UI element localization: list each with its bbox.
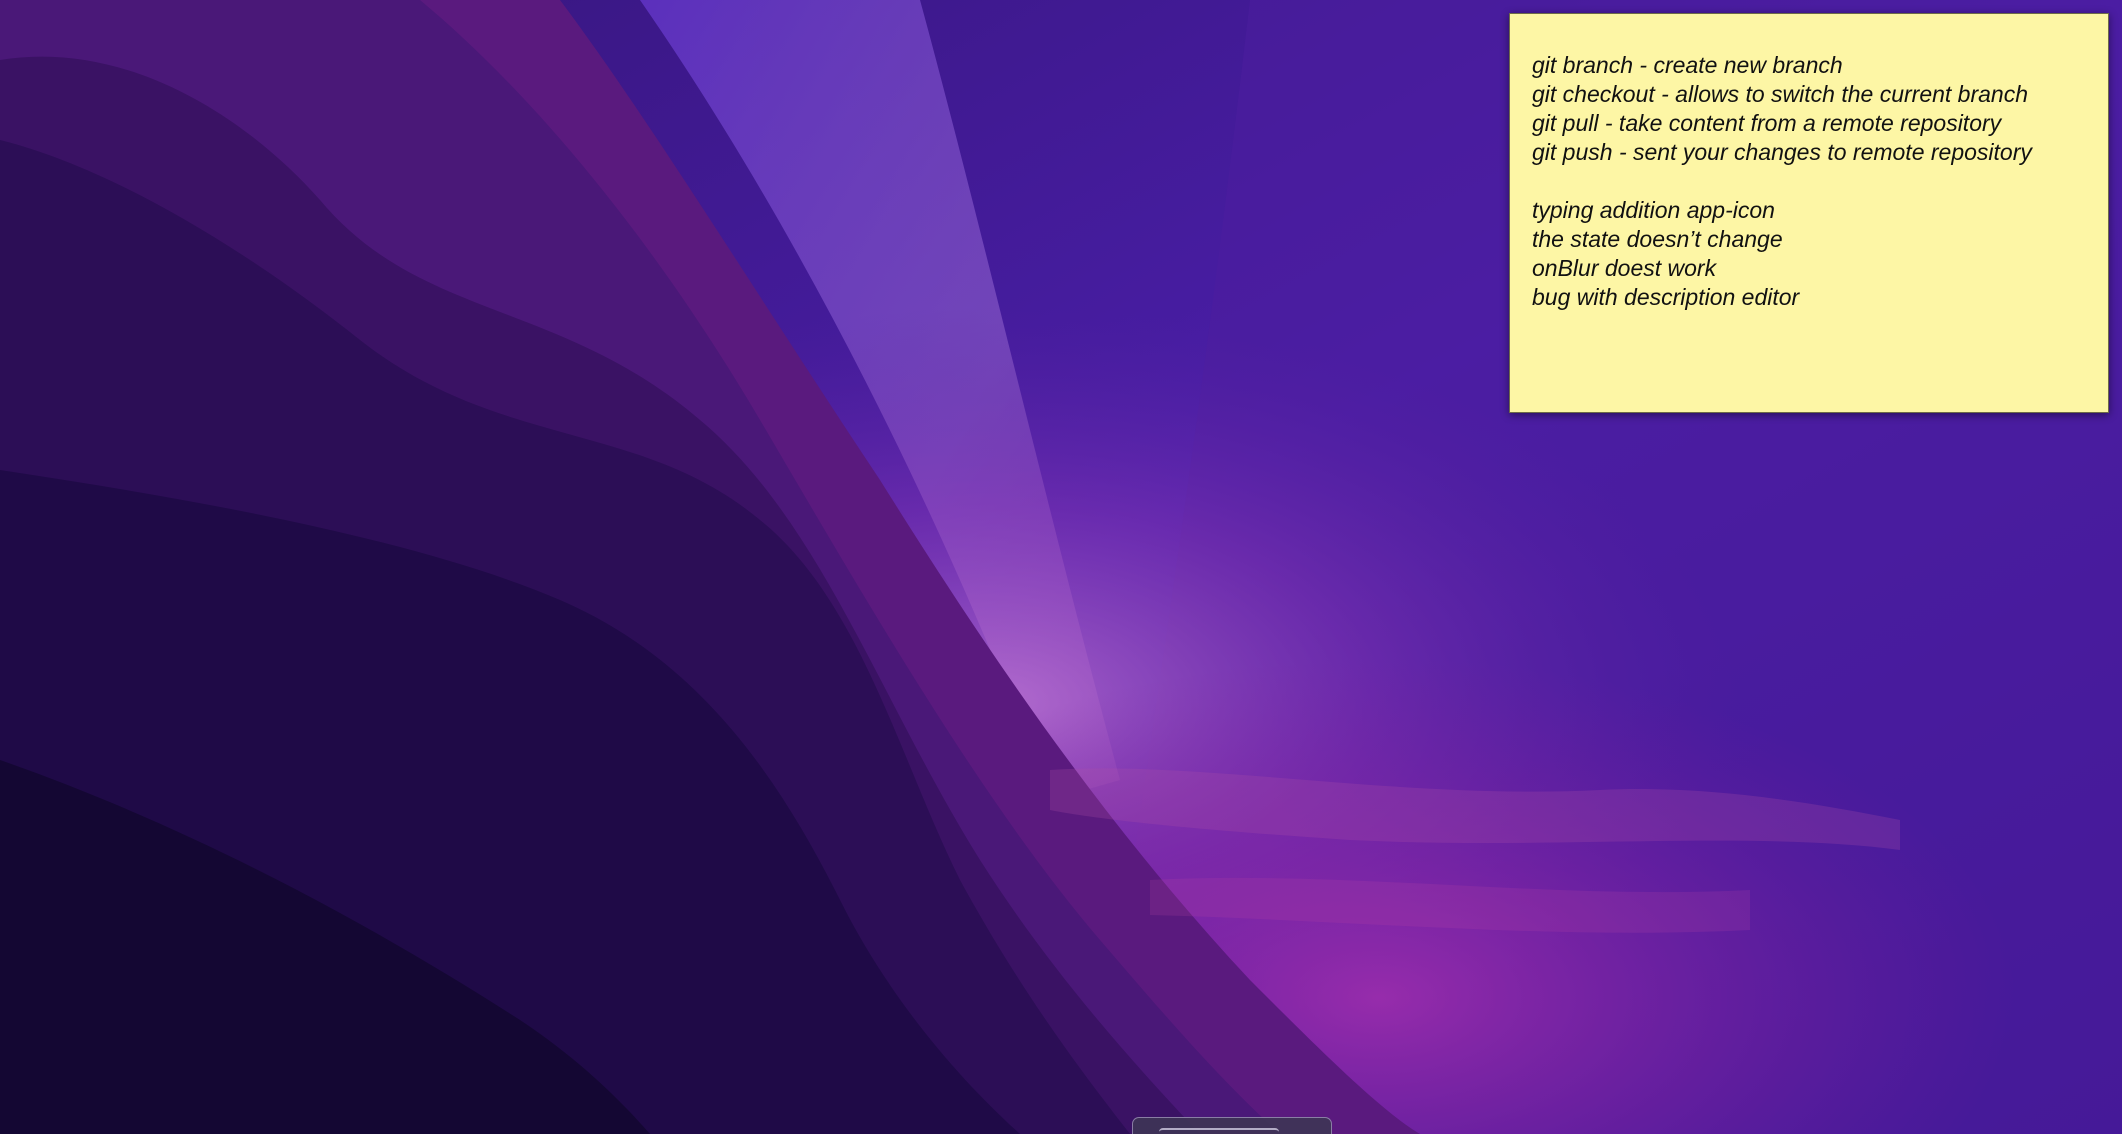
note-line: git checkout - allows to switch the curr… xyxy=(1532,81,2029,107)
note-line: git branch - create new branch xyxy=(1532,52,1843,78)
note-line: git pull - take content from a remote re… xyxy=(1532,110,2002,136)
note-line: bug with description editor xyxy=(1532,284,1800,310)
partially-visible-popup[interactable] xyxy=(1132,1117,1332,1134)
note-line: typing addition app-icon xyxy=(1532,197,1775,223)
sticky-note[interactable]: git branch - create new branch git check… xyxy=(1509,13,2109,413)
note-blank-line xyxy=(1532,167,2088,196)
note-line: the state doesn’t change xyxy=(1532,226,1783,252)
note-line: onBlur doest work xyxy=(1532,255,1717,281)
note-line: git push - sent your changes to remote r… xyxy=(1532,139,2032,165)
desktop: git branch - create new branch git check… xyxy=(0,0,2122,1134)
cut-off-label xyxy=(1159,1128,1279,1134)
